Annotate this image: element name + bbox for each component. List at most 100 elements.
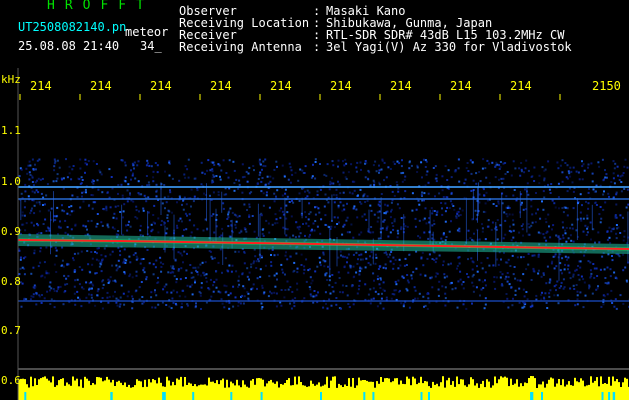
noise-dot [53, 162, 56, 165]
noise-dot [95, 163, 98, 165]
histogram-bar [556, 383, 558, 400]
noise-dot [315, 294, 318, 297]
noise-dot [21, 223, 24, 226]
noise-dot [552, 255, 555, 258]
noise-dot [137, 180, 140, 183]
histogram-bar [304, 385, 306, 400]
noise-dot [467, 258, 469, 261]
noise-dot [562, 278, 565, 281]
noise-dot [129, 192, 131, 195]
noise-dot [478, 171, 481, 173]
noise-dot [554, 206, 557, 209]
noise-dot [260, 190, 263, 193]
noise-dot [205, 280, 208, 283]
histogram-bar [370, 381, 372, 400]
noise-dot [197, 273, 200, 276]
noise-dot [257, 260, 260, 263]
noise-dot [324, 291, 327, 294]
noise-dot [209, 169, 212, 172]
noise-dot [571, 181, 574, 184]
noise-dot [273, 254, 276, 257]
noise-dot [328, 275, 331, 278]
histogram-bar [574, 377, 576, 400]
noise-dot [508, 283, 511, 286]
noise-dot [226, 218, 229, 220]
noise-dot [79, 158, 82, 161]
noise-dot [303, 297, 306, 300]
noise-dot [84, 162, 87, 165]
noise-dot [562, 211, 565, 214]
noise-dot [190, 231, 193, 234]
noise-dot [498, 178, 500, 181]
noise-dot [456, 265, 459, 267]
noise-dot [70, 228, 73, 231]
noise-dot [566, 164, 569, 167]
noise-dot [350, 223, 353, 226]
noise-dot [181, 203, 183, 206]
noise-dot [342, 191, 345, 194]
histogram-bar [74, 380, 76, 400]
noise-dot [70, 178, 73, 181]
noise-dot [285, 204, 288, 207]
noise-dot [478, 238, 481, 241]
noise-dot [601, 255, 604, 258]
noise-dot [281, 210, 284, 213]
histogram-bar [544, 387, 546, 400]
histogram-bar [438, 386, 440, 400]
noise-dot [45, 230, 48, 232]
histogram-bar [220, 380, 222, 400]
noise-dot [259, 162, 262, 165]
noise-dot [442, 196, 445, 198]
noise-dot [533, 270, 536, 273]
noise-dot [145, 278, 148, 281]
noise-dot [427, 237, 430, 240]
noise-dot [175, 281, 178, 284]
noise-dot [281, 268, 284, 271]
noise-dot [258, 160, 261, 163]
noise-dot [181, 254, 184, 257]
noise-dot [355, 208, 358, 211]
noise-dot [347, 253, 350, 256]
histogram-bar [176, 378, 178, 400]
noise-dot [54, 246, 57, 249]
noise-dot [245, 230, 248, 233]
noise-dot [290, 307, 293, 310]
noise-dot [223, 193, 226, 196]
noise-dot [421, 191, 424, 194]
noise-dot [572, 190, 575, 193]
noise-dot [185, 203, 188, 206]
noise-dot [365, 218, 368, 221]
noise-dot [28, 178, 31, 181]
noise-dot [372, 287, 375, 290]
noise-dot [106, 191, 109, 194]
noise-dot [135, 274, 138, 277]
noise-dot [352, 207, 355, 210]
noise-dot [165, 201, 168, 204]
noise-dot [611, 255, 613, 257]
noise-dot [139, 224, 142, 227]
noise-dot [386, 225, 389, 228]
noise-dot [471, 161, 474, 164]
noise-dot [510, 230, 513, 233]
histogram-bar [466, 386, 468, 400]
noise-dot [184, 295, 187, 298]
histogram-bar [124, 382, 126, 400]
info-colon: : [313, 40, 321, 54]
histogram-bar [104, 380, 106, 400]
histogram-bar [610, 385, 612, 400]
noise-dot [438, 280, 441, 283]
noise-dot [505, 206, 508, 209]
noise-dot [275, 195, 277, 198]
histogram-bar [618, 382, 620, 400]
noise-dot [507, 306, 510, 309]
noise-dot [391, 222, 394, 225]
histogram-bar [120, 382, 122, 400]
noise-dot [59, 220, 61, 223]
noise-dot [357, 288, 360, 291]
noise-dot [217, 261, 220, 264]
noise-dot [248, 206, 251, 208]
noise-dot [314, 220, 317, 222]
histogram-blip [601, 392, 604, 400]
histogram-bar [286, 380, 288, 400]
noise-dot [615, 307, 618, 310]
